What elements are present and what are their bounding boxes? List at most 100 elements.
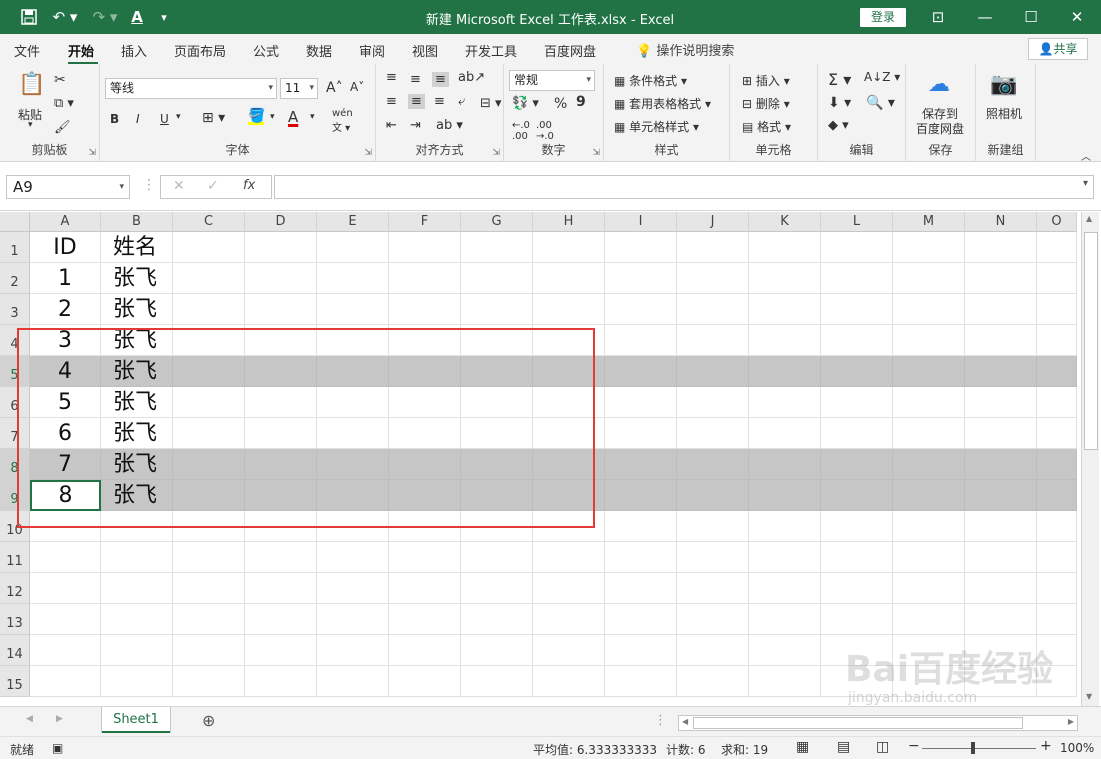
redo-icon[interactable]: ↷ ▾ <box>88 0 122 34</box>
more-options-icon[interactable]: ⋮ <box>142 177 156 193</box>
fill-down-icon[interactable]: ⬇ ▾ <box>828 95 851 111</box>
cell-b12[interactable] <box>101 573 173 604</box>
cell-k12[interactable] <box>749 573 821 604</box>
cell-o12[interactable] <box>1037 573 1077 604</box>
cell-h1[interactable] <box>533 232 605 263</box>
decrease-font-icon[interactable]: A˅ <box>350 80 364 94</box>
borders-icon[interactable]: ⊞ ▾ <box>202 110 225 126</box>
cell-g3[interactable] <box>461 294 533 325</box>
cell-k6[interactable] <box>749 387 821 418</box>
cell-a3[interactable]: 2 <box>30 294 101 325</box>
cell-l5[interactable] <box>821 356 893 387</box>
cell-m5[interactable] <box>893 356 965 387</box>
cell-n2[interactable] <box>965 263 1037 294</box>
clipboard-launcher-icon[interactable]: ⇲ <box>88 148 96 158</box>
cell-h12[interactable] <box>533 573 605 604</box>
cell-b3[interactable]: 张飞 <box>101 294 173 325</box>
fill-dropdown-icon[interactable]: ▾ <box>270 112 275 122</box>
tab-view[interactable]: 视图 <box>412 41 438 60</box>
cell-d3[interactable] <box>245 294 317 325</box>
cell-k5[interactable] <box>749 356 821 387</box>
cell-i6[interactable] <box>605 387 677 418</box>
cell-o1[interactable] <box>1037 232 1077 263</box>
merge-center-icon[interactable]: ⊟ ▾ <box>480 96 502 111</box>
row-header[interactable]: 15 <box>0 666 30 697</box>
decrease-indent-icon[interactable]: ⇤ <box>386 118 397 133</box>
splitter-icon[interactable]: ⋮ <box>654 713 667 728</box>
sort-filter-icon[interactable]: A↓Z ▾ <box>864 70 900 84</box>
cell-n9[interactable] <box>965 480 1037 511</box>
cell-d12[interactable] <box>245 573 317 604</box>
cell-d11[interactable] <box>245 542 317 573</box>
align-bottom-icon[interactable]: ≡ <box>432 72 449 87</box>
cell-k11[interactable] <box>749 542 821 573</box>
number-format-select[interactable]: 常规 ▾ <box>509 70 595 91</box>
format-as-table-button[interactable]: ▦ 套用表格格式 ▾ <box>614 95 711 112</box>
cell-b1[interactable]: 姓名 <box>101 232 173 263</box>
cell-o5[interactable] <box>1037 356 1077 387</box>
align-middle-icon[interactable]: ≡ <box>410 72 421 87</box>
cell-h14[interactable] <box>533 635 605 666</box>
cell-c11[interactable] <box>173 542 245 573</box>
cell-h2[interactable] <box>533 263 605 294</box>
align-top-icon[interactable]: ≡ <box>386 70 397 85</box>
cell-l4[interactable] <box>821 325 893 356</box>
cell-i15[interactable] <box>605 666 677 697</box>
cell-j9[interactable] <box>677 480 749 511</box>
font-color-quick-icon[interactable]: A <box>124 0 150 34</box>
font-name-select[interactable]: 等线 ▾ <box>105 78 277 99</box>
cell-n13[interactable] <box>965 604 1037 635</box>
cell-d1[interactable] <box>245 232 317 263</box>
column-header-d[interactable]: D <box>245 212 317 232</box>
increase-font-icon[interactable]: A˄ <box>326 80 343 96</box>
cell-j8[interactable] <box>677 449 749 480</box>
row-header[interactable]: 14 <box>0 635 30 666</box>
cell-k15[interactable] <box>749 666 821 697</box>
cell-l3[interactable] <box>821 294 893 325</box>
cell-e11[interactable] <box>317 542 389 573</box>
horizontal-scroll-thumb[interactable] <box>693 717 1023 729</box>
horizontal-scrollbar[interactable]: ◀ ▶ <box>678 715 1078 731</box>
increase-indent-icon[interactable]: ⇥ <box>410 118 421 133</box>
row-header[interactable]: 3 <box>0 294 30 325</box>
cell-h13[interactable] <box>533 604 605 635</box>
vertical-scroll-thumb[interactable] <box>1084 232 1098 450</box>
cell-i7[interactable] <box>605 418 677 449</box>
cell-j4[interactable] <box>677 325 749 356</box>
percent-button[interactable]: % <box>554 96 567 112</box>
cell-o13[interactable] <box>1037 604 1077 635</box>
vertical-scrollbar[interactable]: ▲ ▼ <box>1081 212 1099 706</box>
zoom-out-icon[interactable]: − <box>908 738 920 754</box>
cell-n5[interactable] <box>965 356 1037 387</box>
cell-f2[interactable] <box>389 263 461 294</box>
tab-page-layout[interactable]: 页面布局 <box>174 41 226 60</box>
collapse-ribbon-icon[interactable]: ︿ <box>1081 148 1091 163</box>
cell-c12[interactable] <box>173 573 245 604</box>
cell-n1[interactable] <box>965 232 1037 263</box>
cell-g14[interactable] <box>461 635 533 666</box>
cell-f15[interactable] <box>389 666 461 697</box>
cell-e14[interactable] <box>317 635 389 666</box>
camera-button[interactable]: 照相机 <box>986 105 1022 122</box>
cell-b11[interactable] <box>101 542 173 573</box>
close-icon[interactable]: ✕ <box>1054 0 1100 34</box>
cell-g12[interactable] <box>461 573 533 604</box>
cell-f3[interactable] <box>389 294 461 325</box>
column-header-c[interactable]: C <box>173 212 245 232</box>
cell-a13[interactable] <box>30 604 101 635</box>
cell-m3[interactable] <box>893 294 965 325</box>
autosum-icon[interactable]: Σ ▾ <box>828 70 851 89</box>
column-header-n[interactable]: N <box>965 212 1037 232</box>
italic-button[interactable]: I <box>136 112 140 126</box>
cell-o3[interactable] <box>1037 294 1077 325</box>
column-header-o[interactable]: O <box>1037 212 1077 232</box>
cell-n3[interactable] <box>965 294 1037 325</box>
select-all-corner[interactable] <box>0 212 30 232</box>
cell-l12[interactable] <box>821 573 893 604</box>
tab-home[interactable]: 开始 <box>68 41 94 60</box>
name-box[interactable]: A9 ▾ <box>6 175 130 199</box>
cell-o2[interactable] <box>1037 263 1077 294</box>
cell-m6[interactable] <box>893 387 965 418</box>
zoom-slider[interactable] <box>922 748 1036 749</box>
undo-icon[interactable]: ↶ ▾ <box>48 0 82 34</box>
